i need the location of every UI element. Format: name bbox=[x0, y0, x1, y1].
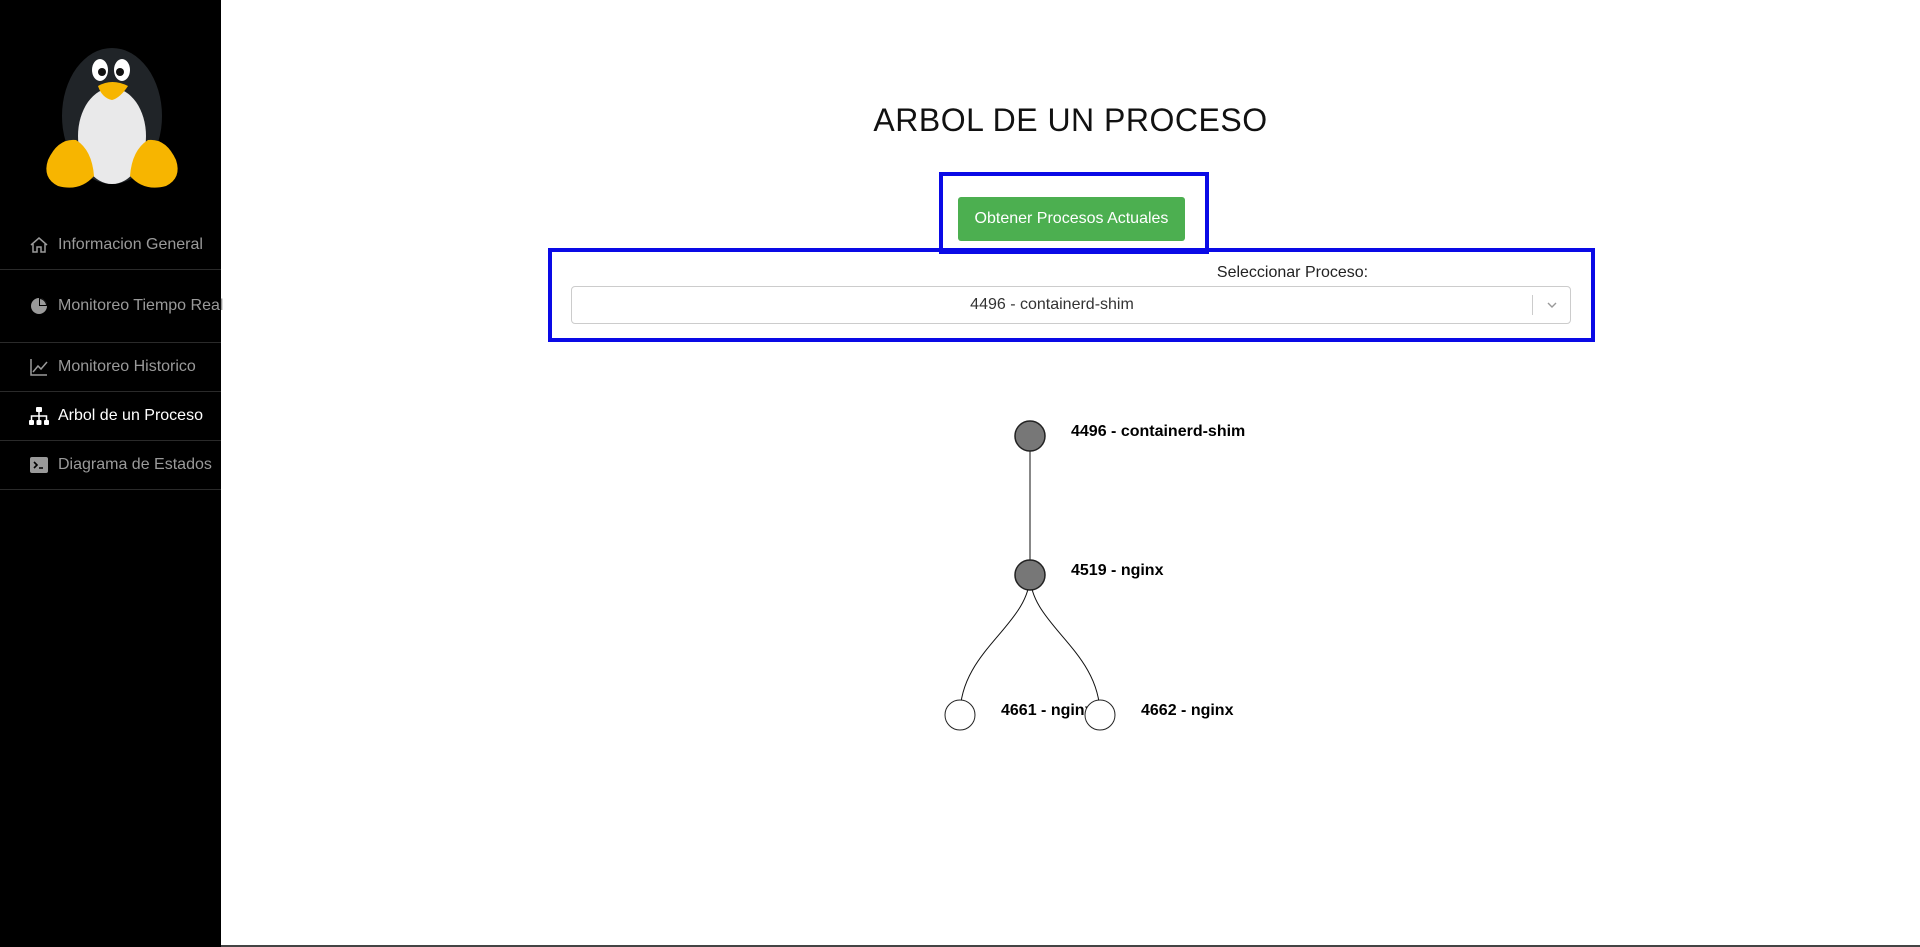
sidebar-item-monitoreo-historico[interactable]: Monitoreo Historico bbox=[0, 343, 221, 392]
sidebar-item-label: Monitoreo Historico bbox=[58, 358, 196, 375]
line-chart-icon bbox=[28, 357, 49, 378]
sidebar-item-diagrama-de-estados[interactable]: Diagrama de Estados bbox=[0, 441, 221, 490]
tux-logo bbox=[46, 48, 178, 188]
tree-node-label: 4661 - nginx bbox=[1001, 702, 1094, 719]
tree-node-4662[interactable] bbox=[1084, 699, 1116, 731]
tree-node-label: 4519 - nginx bbox=[1071, 562, 1164, 579]
sidebar-nav: Informacion General Monitoreo Tiempo Rea… bbox=[0, 221, 224, 490]
sidebar-item-label: Diagrama de Estados bbox=[58, 456, 212, 473]
sidebar-item-label: Informacion General bbox=[58, 236, 203, 253]
terminal-icon bbox=[28, 455, 49, 476]
sidebar-item-informacion-general[interactable]: Informacion General bbox=[0, 221, 221, 270]
tree-node-label: 4496 - containerd-shim bbox=[1071, 423, 1245, 440]
home-icon bbox=[28, 235, 49, 256]
tree-link bbox=[1029, 574, 1101, 716]
sitemap-icon bbox=[28, 406, 49, 427]
sidebar-item-arbol-de-un-proceso[interactable]: Arbol de un Proceso bbox=[0, 392, 221, 441]
sidebar: Informacion General Monitoreo Tiempo Rea… bbox=[0, 0, 224, 947]
sidebar-item-monitoreo-tiempo-real[interactable]: Monitoreo Tiempo Real bbox=[0, 270, 224, 343]
tree-node-label: 4662 - nginx bbox=[1141, 702, 1234, 719]
tree-node-4661[interactable] bbox=[944, 699, 976, 731]
tree-link bbox=[959, 574, 1031, 716]
process-tree: 4496 - containerd-shim 4519 - nginx 4661… bbox=[944, 420, 1245, 731]
sidebar-item-label: Arbol de un Proceso bbox=[58, 407, 203, 424]
sidebar-item-label: Monitoreo Tiempo Real bbox=[58, 297, 224, 314]
tree-node-4519[interactable] bbox=[1014, 559, 1046, 591]
pie-chart-icon bbox=[28, 296, 49, 317]
tree-node-4496[interactable] bbox=[1014, 420, 1046, 452]
